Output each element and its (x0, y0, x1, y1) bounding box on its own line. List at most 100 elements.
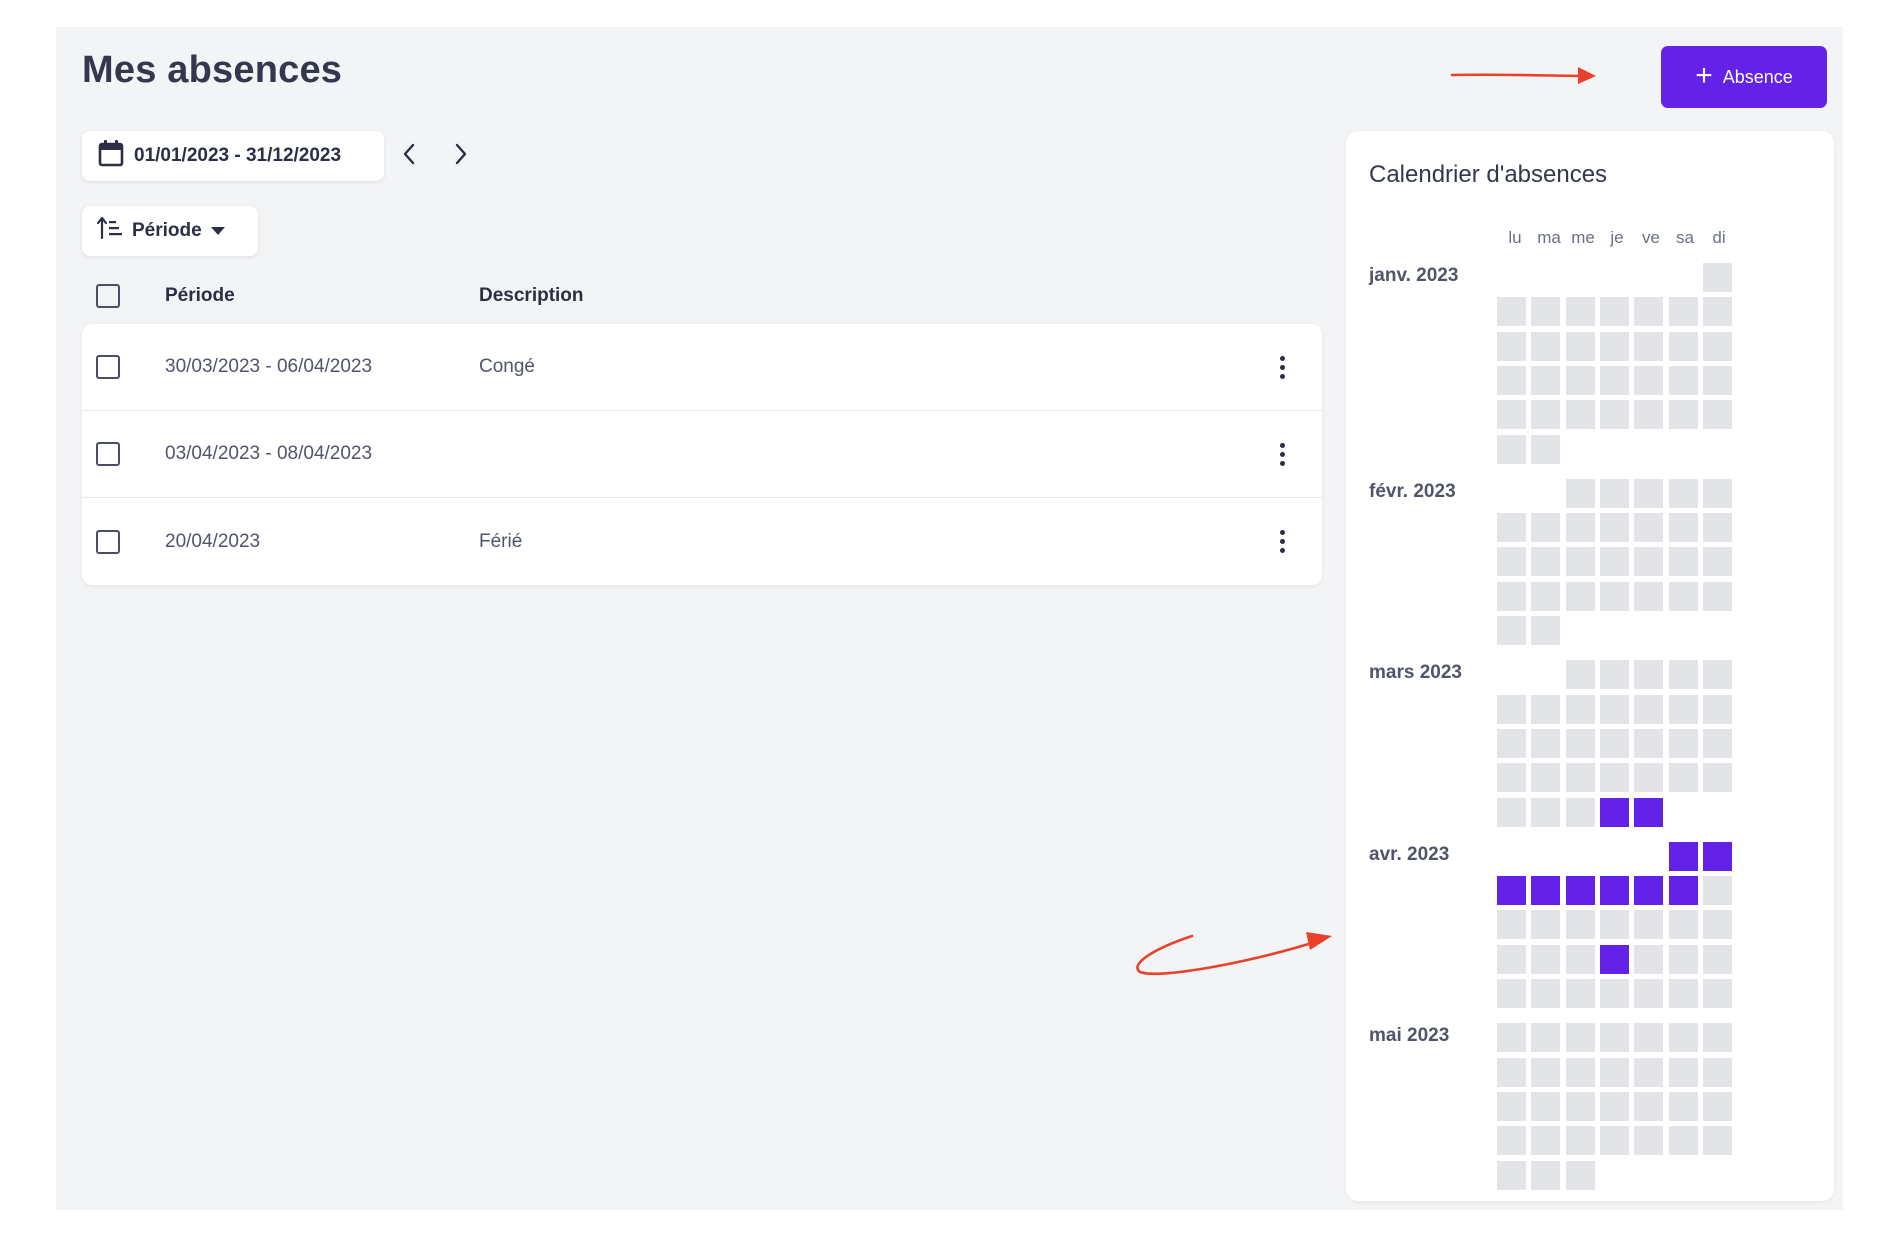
day-cell[interactable] (1599, 910, 1629, 940)
select-all-checkbox[interactable] (96, 284, 120, 308)
day-cell[interactable] (1668, 944, 1698, 974)
day-cell[interactable] (1497, 331, 1526, 361)
day-cell[interactable] (1599, 979, 1629, 1008)
day-cell[interactable] (1702, 331, 1732, 361)
day-cell[interactable] (1497, 694, 1526, 724)
day-cell[interactable] (1668, 365, 1698, 395)
day-cell[interactable] (1599, 1023, 1629, 1053)
day-cell[interactable] (1497, 1126, 1526, 1156)
sort-dropdown[interactable]: Période (82, 206, 258, 256)
add-absence-button[interactable]: + Absence (1661, 46, 1827, 108)
day-cell[interactable] (1668, 297, 1698, 327)
row-checkbox[interactable] (96, 529, 120, 554)
day-cell[interactable] (1565, 581, 1595, 611)
day-cell[interactable] (1702, 547, 1732, 577)
day-cell[interactable] (1497, 581, 1526, 611)
day-cell[interactable] (1668, 400, 1698, 430)
more-options-icon[interactable] (1262, 434, 1302, 474)
day-cell[interactable] (1702, 365, 1732, 395)
day-cell[interactable] (1634, 513, 1664, 543)
table-row[interactable]: 20/04/2023 Férié (82, 498, 1322, 585)
day-cell[interactable] (1497, 434, 1526, 464)
day-cell[interactable] (1702, 694, 1732, 724)
more-options-icon[interactable] (1262, 522, 1302, 562)
day-cell[interactable] (1599, 297, 1629, 327)
day-cell[interactable] (1634, 400, 1664, 430)
day-cell[interactable] (1668, 331, 1698, 361)
day-cell[interactable] (1531, 763, 1561, 793)
day-cell[interactable] (1565, 400, 1595, 430)
day-cell[interactable] (1634, 910, 1664, 940)
day-cell[interactable] (1565, 660, 1595, 690)
date-range-picker[interactable]: 01/01/2023 - 31/12/2023 (82, 131, 384, 181)
day-cell[interactable] (1599, 1057, 1629, 1087)
column-header-period[interactable]: Période (165, 285, 479, 307)
day-cell[interactable] (1497, 910, 1526, 940)
day-cell[interactable] (1668, 763, 1698, 793)
absence-day-cell[interactable] (1634, 797, 1664, 827)
day-cell[interactable] (1634, 1057, 1664, 1087)
day-cell[interactable] (1497, 1023, 1526, 1053)
day-cell[interactable] (1565, 1057, 1595, 1087)
day-cell[interactable] (1702, 263, 1732, 292)
day-cell[interactable] (1702, 1091, 1732, 1121)
day-cell[interactable] (1634, 297, 1664, 327)
day-cell[interactable] (1497, 797, 1526, 827)
day-cell[interactable] (1497, 513, 1526, 543)
day-cell[interactable] (1497, 979, 1526, 1008)
day-cell[interactable] (1668, 1091, 1698, 1121)
day-cell[interactable] (1599, 581, 1629, 611)
day-cell[interactable] (1531, 910, 1561, 940)
row-checkbox[interactable] (96, 442, 120, 466)
day-cell[interactable] (1565, 331, 1595, 361)
day-cell[interactable] (1634, 763, 1664, 793)
absence-day-cell[interactable] (1565, 876, 1595, 906)
absence-day-cell[interactable] (1599, 797, 1629, 827)
day-cell[interactable] (1531, 331, 1561, 361)
day-cell[interactable] (1668, 478, 1698, 508)
day-cell[interactable] (1702, 910, 1732, 940)
day-cell[interactable] (1702, 660, 1732, 690)
day-cell[interactable] (1599, 1091, 1629, 1121)
table-row[interactable]: 30/03/2023 - 06/04/2023 Congé (82, 324, 1322, 411)
day-cell[interactable] (1702, 944, 1732, 974)
day-cell[interactable] (1565, 910, 1595, 940)
day-cell[interactable] (1668, 728, 1698, 758)
absence-day-cell[interactable] (1634, 876, 1664, 906)
day-cell[interactable] (1634, 547, 1664, 577)
day-cell[interactable] (1668, 513, 1698, 543)
table-row[interactable]: 03/04/2023 - 08/04/2023 (82, 411, 1322, 498)
day-cell[interactable] (1565, 728, 1595, 758)
day-cell[interactable] (1634, 1091, 1664, 1121)
absence-day-cell[interactable] (1702, 841, 1732, 871)
day-cell[interactable] (1565, 297, 1595, 327)
day-cell[interactable] (1565, 1160, 1595, 1190)
day-cell[interactable] (1702, 297, 1732, 327)
day-cell[interactable] (1565, 797, 1595, 827)
day-cell[interactable] (1497, 1057, 1526, 1087)
day-cell[interactable] (1531, 694, 1561, 724)
day-cell[interactable] (1634, 331, 1664, 361)
day-cell[interactable] (1599, 513, 1629, 543)
day-cell[interactable] (1497, 547, 1526, 577)
day-cell[interactable] (1702, 979, 1732, 1008)
absence-day-cell[interactable] (1668, 841, 1698, 871)
day-cell[interactable] (1599, 365, 1629, 395)
day-cell[interactable] (1634, 1126, 1664, 1156)
day-cell[interactable] (1531, 297, 1561, 327)
day-cell[interactable] (1565, 478, 1595, 508)
day-cell[interactable] (1497, 297, 1526, 327)
day-cell[interactable] (1531, 1023, 1561, 1053)
day-cell[interactable] (1702, 876, 1732, 906)
day-cell[interactable] (1531, 1091, 1561, 1121)
day-cell[interactable] (1497, 400, 1526, 430)
day-cell[interactable] (1565, 1126, 1595, 1156)
day-cell[interactable] (1531, 1057, 1561, 1087)
day-cell[interactable] (1668, 1126, 1698, 1156)
day-cell[interactable] (1497, 1091, 1526, 1121)
day-cell[interactable] (1702, 478, 1732, 508)
day-cell[interactable] (1565, 694, 1595, 724)
day-cell[interactable] (1531, 944, 1561, 974)
absence-day-cell[interactable] (1668, 876, 1698, 906)
day-cell[interactable] (1599, 547, 1629, 577)
